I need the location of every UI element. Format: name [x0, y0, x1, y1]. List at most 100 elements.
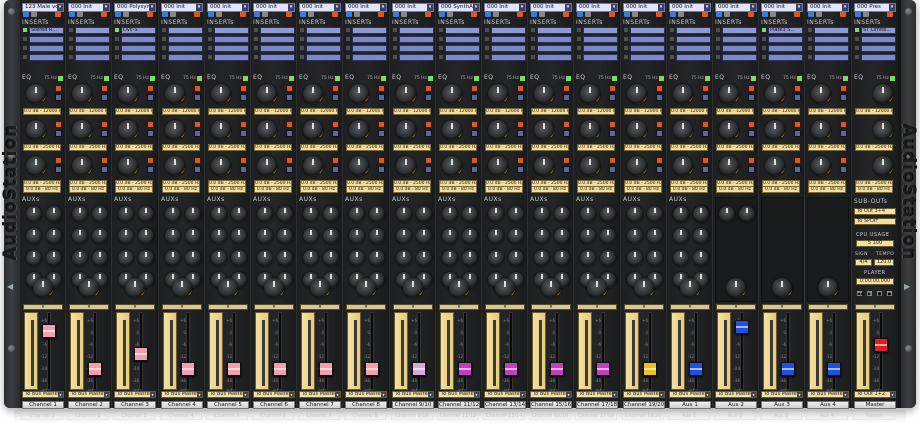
eq-band-solo[interactable]	[425, 94, 432, 101]
solo-button[interactable]	[816, 11, 822, 17]
eq-band-solo[interactable]	[748, 130, 755, 137]
insert-bypass-button[interactable]	[299, 45, 305, 51]
aux-pan-knob[interactable]	[600, 228, 616, 244]
eq-band-toggle[interactable]	[748, 85, 755, 92]
insert-bypass-button[interactable]	[623, 54, 629, 60]
eq-band-solo[interactable]	[702, 94, 709, 101]
pan-knob[interactable]	[172, 278, 192, 298]
aux-send-knob[interactable]	[349, 228, 365, 244]
output-route-selector[interactable]: To Bus Master ▾	[22, 391, 64, 398]
eq-gain-knob[interactable]	[873, 156, 893, 176]
aux-pan-knob[interactable]	[185, 250, 201, 266]
insert-bypass-button[interactable]	[114, 45, 120, 51]
aux-send-knob[interactable]	[303, 250, 319, 266]
aux-send-knob[interactable]	[534, 206, 550, 222]
mute-button[interactable]	[702, 11, 708, 17]
eq-gain-knob[interactable]	[26, 84, 46, 104]
eq-band-solo[interactable]	[194, 166, 201, 173]
eq-gain-knob[interactable]	[873, 120, 893, 140]
edit-instrument-button[interactable]	[254, 11, 260, 17]
aux-pan-knob[interactable]	[46, 206, 62, 222]
aux-pan-knob[interactable]	[185, 228, 201, 244]
eq-band-solo[interactable]	[240, 166, 247, 173]
solo-button[interactable]	[632, 11, 638, 17]
insert-slot[interactable]	[583, 45, 618, 52]
insert-slot[interactable]: Dvc-S	[121, 27, 156, 34]
edit-instrument-button[interactable]	[23, 11, 29, 17]
insert-slot[interactable]	[168, 54, 203, 61]
solo-button[interactable]	[770, 11, 776, 17]
aux-send-knob[interactable]	[673, 250, 689, 266]
output-route-selector[interactable]: To Bus Master ▾	[68, 391, 110, 398]
eq-gain-knob[interactable]	[534, 120, 554, 140]
fader-mode-bar[interactable]: ▾	[393, 304, 433, 310]
aux-send-knob[interactable]	[488, 250, 504, 266]
insert-slot[interactable]	[121, 54, 156, 61]
insert-slot[interactable]	[306, 36, 341, 43]
insert-bypass-button[interactable]	[623, 45, 629, 51]
aux-send-knob[interactable]	[349, 206, 365, 222]
volume-fader[interactable]	[550, 362, 564, 376]
solo-button[interactable]	[354, 11, 360, 17]
eq-band-toggle[interactable]	[563, 85, 570, 92]
insert-bypass-button[interactable]	[253, 54, 259, 60]
insert-bypass-button[interactable]	[669, 54, 675, 60]
aux-send-knob[interactable]	[72, 228, 88, 244]
insert-slot[interactable]	[260, 54, 295, 61]
insert-bypass-button[interactable]	[392, 54, 398, 60]
aux-pan-knob[interactable]	[693, 206, 709, 222]
insert-slot[interactable]	[168, 36, 203, 43]
subout-2-selector[interactable]: To SPDIF	[854, 218, 896, 225]
aux-pan-knob[interactable]	[554, 228, 570, 244]
aux-pan-knob[interactable]	[323, 250, 339, 266]
insert-bypass-button[interactable]	[68, 36, 74, 42]
aux-send-knob[interactable]	[211, 250, 227, 266]
eq-enable-button[interactable]	[57, 75, 64, 82]
aux-pan-knob[interactable]	[647, 206, 663, 222]
insert-bypass-button[interactable]	[761, 27, 767, 33]
aux-pan-knob[interactable]	[277, 228, 293, 244]
edit-instrument-button[interactable]	[531, 11, 537, 17]
eq-gain-knob[interactable]	[488, 156, 508, 176]
eq-gain-knob[interactable]	[488, 84, 508, 104]
eq-band-toggle[interactable]	[702, 85, 709, 92]
eq-band-toggle[interactable]	[609, 121, 616, 128]
record-button[interactable]: ●	[886, 290, 893, 297]
eq-band-solo[interactable]	[55, 166, 62, 173]
insert-bypass-button[interactable]	[22, 36, 28, 42]
eq-band-solo[interactable]	[609, 94, 616, 101]
eq-band-solo[interactable]	[471, 166, 478, 173]
insert-slot[interactable]	[214, 54, 249, 61]
aux-pan-knob[interactable]	[231, 250, 247, 266]
insert-bypass-button[interactable]	[299, 36, 305, 42]
insert-slot[interactable]	[722, 54, 757, 61]
insert-slot[interactable]	[214, 36, 249, 43]
aux-send-knob[interactable]	[72, 250, 88, 266]
mute-button[interactable]	[425, 11, 431, 17]
insert-bypass-button[interactable]	[114, 54, 120, 60]
eq-band-toggle[interactable]	[517, 157, 524, 164]
eq-gain-knob[interactable]	[211, 84, 231, 104]
pan-knob[interactable]	[634, 278, 654, 298]
pan-knob[interactable]	[33, 278, 53, 298]
eq-gain-knob[interactable]	[442, 156, 462, 176]
output-route-selector[interactable]: To Bus Master ▾	[761, 391, 803, 398]
eq-band-solo[interactable]	[563, 166, 570, 173]
aux-send-knob[interactable]	[26, 228, 42, 244]
insert-bypass-button[interactable]	[669, 27, 675, 33]
eq-band-toggle[interactable]	[656, 157, 663, 164]
insert-slot[interactable]	[814, 54, 849, 61]
eq-band-solo[interactable]	[101, 130, 108, 137]
eq-gain-knob[interactable]	[765, 156, 785, 176]
insert-bypass-button[interactable]	[530, 45, 536, 51]
aux-pan-knob[interactable]	[92, 250, 108, 266]
insert-bypass-button[interactable]	[807, 54, 813, 60]
tempo-field[interactable]: 120.0	[874, 259, 894, 266]
aux-send-knob[interactable]	[257, 250, 273, 266]
insert-bypass-button[interactable]	[807, 36, 813, 42]
aux-pan-knob[interactable]	[92, 206, 108, 222]
solo-button[interactable]	[31, 11, 37, 17]
solo-button[interactable]	[678, 11, 684, 17]
eq-gain-knob[interactable]	[488, 120, 508, 140]
insert-slot[interactable]	[399, 27, 434, 34]
